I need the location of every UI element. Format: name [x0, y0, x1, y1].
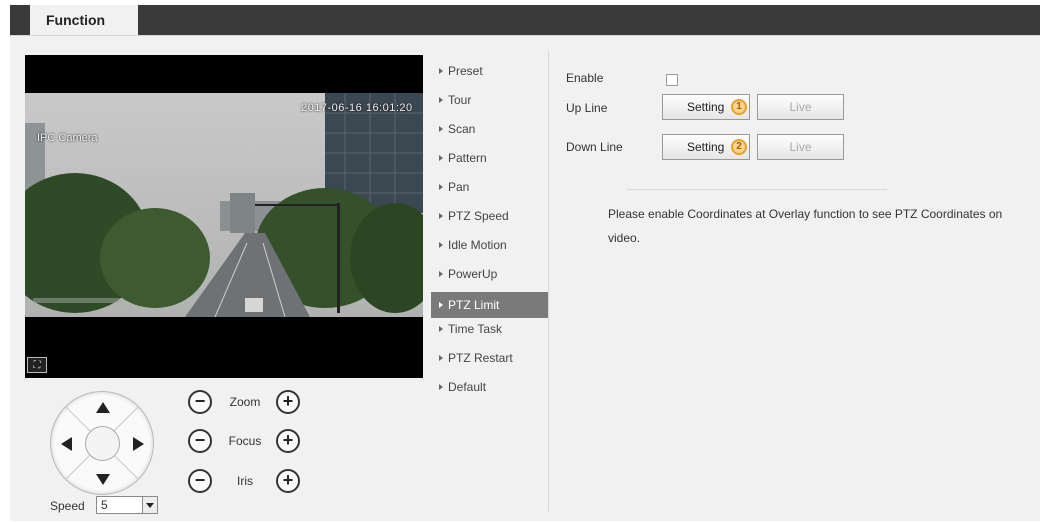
triangle-right-icon [439, 302, 443, 308]
speed-select[interactable]: 5 [96, 496, 158, 514]
menu-item-idle-motion[interactable]: Idle Motion [431, 234, 548, 263]
step-badge-icon: 1 [731, 99, 747, 115]
menu-item-label: Pan [448, 180, 470, 194]
arrow-right-icon[interactable] [133, 437, 144, 451]
menu-item-powerup[interactable]: PowerUp [431, 263, 548, 292]
function-panel: 2017-06-16 16:01:20 IPC Camera ⛶ − Zoom … [10, 35, 1040, 521]
fullscreen-icon[interactable]: ⛶ [27, 357, 47, 373]
triangle-right-icon [439, 184, 443, 190]
iris-open-button[interactable]: + [276, 469, 300, 493]
zoom-label: Zoom [229, 395, 261, 409]
menu-item-label: Tour [448, 93, 472, 107]
up-line-setting-button[interactable]: Setting 1 [662, 94, 750, 120]
menu-item-label: PTZ Speed [448, 209, 509, 223]
ptz-function-menu: Preset Tour Scan Pattern Pan PTZ Speed I… [431, 60, 548, 405]
menu-item-preset[interactable]: Preset [431, 60, 548, 89]
triangle-right-icon [439, 271, 443, 277]
triangle-right-icon [439, 355, 443, 361]
setting-button-label: Setting [687, 140, 725, 154]
triangle-right-icon [439, 155, 443, 161]
ptz-direction-pad [50, 391, 154, 495]
menu-item-label: Idle Motion [448, 238, 507, 252]
triangle-right-icon [439, 242, 443, 248]
speed-label: Speed [50, 499, 85, 513]
triangle-right-icon [439, 213, 443, 219]
focus-near-button[interactable]: − [188, 429, 212, 453]
down-line-setting-button[interactable]: Setting 2 [662, 134, 750, 160]
menu-item-label: Time Task [448, 322, 503, 336]
triangle-right-icon [439, 326, 443, 332]
osd-channel-name: IPC Camera [37, 132, 98, 144]
osd-timestamp: 2017-06-16 16:01:20 [301, 102, 413, 114]
menu-item-default[interactable]: Default [431, 376, 548, 405]
panel-divider [548, 51, 549, 511]
menu-item-scan[interactable]: Scan [431, 118, 548, 147]
up-line-live-button[interactable]: Live [757, 94, 844, 120]
menu-item-label: PTZ Limit [448, 298, 500, 312]
iris-control: − Iris + [186, 469, 316, 495]
triangle-right-icon [439, 384, 443, 390]
pad-center-button[interactable] [85, 426, 120, 461]
zoom-in-button[interactable]: + [276, 390, 300, 414]
arrow-left-icon[interactable] [61, 437, 72, 451]
triangle-right-icon [439, 126, 443, 132]
menu-item-pattern[interactable]: Pattern [431, 147, 548, 176]
down-line-label: Down Line [566, 140, 623, 154]
menu-item-label: Default [448, 380, 487, 394]
menu-item-ptz-limit[interactable]: PTZ Limit [431, 292, 548, 318]
menu-item-label: Preset [448, 64, 483, 78]
enable-checkbox[interactable] [666, 74, 678, 86]
tab-bar: Function [10, 5, 1040, 35]
tab-function[interactable]: Function [30, 5, 138, 35]
zoom-control: − Zoom + [186, 390, 316, 416]
menu-item-ptz-restart[interactable]: PTZ Restart [431, 347, 548, 376]
down-line-live-button[interactable]: Live [757, 134, 844, 160]
enable-label: Enable [566, 71, 604, 85]
menu-item-label: PTZ Restart [448, 351, 513, 365]
focus-far-button[interactable]: + [276, 429, 300, 453]
chevron-down-icon[interactable] [142, 497, 157, 513]
menu-item-label: PowerUp [448, 267, 498, 281]
up-line-label: Up Line [566, 101, 608, 115]
menu-item-label: Scan [448, 122, 476, 136]
focus-control: − Focus + [186, 429, 316, 455]
arrow-up-icon[interactable] [96, 402, 110, 413]
speed-value: 5 [101, 498, 108, 512]
coordinates-note: Please enable Coordinates at Overlay fun… [608, 207, 1003, 245]
zoom-out-button[interactable]: − [188, 390, 212, 414]
menu-item-time-task[interactable]: Time Task [431, 318, 548, 347]
setting-button-label: Setting [687, 100, 725, 114]
camera-scene [25, 93, 423, 317]
step-badge-icon: 2 [731, 139, 747, 155]
video-preview: 2017-06-16 16:01:20 IPC Camera ⛶ [25, 55, 423, 378]
triangle-right-icon [439, 68, 443, 74]
iris-label: Iris [237, 474, 253, 488]
divider [627, 189, 887, 190]
menu-item-ptz-speed[interactable]: PTZ Speed [431, 205, 548, 234]
arrow-down-icon[interactable] [96, 474, 110, 485]
iris-close-button[interactable]: − [188, 469, 212, 493]
menu-item-tour[interactable]: Tour [431, 89, 548, 118]
focus-label: Focus [228, 434, 262, 448]
menu-item-pan[interactable]: Pan [431, 176, 548, 205]
menu-item-label: Pattern [448, 151, 487, 165]
triangle-right-icon [439, 97, 443, 103]
